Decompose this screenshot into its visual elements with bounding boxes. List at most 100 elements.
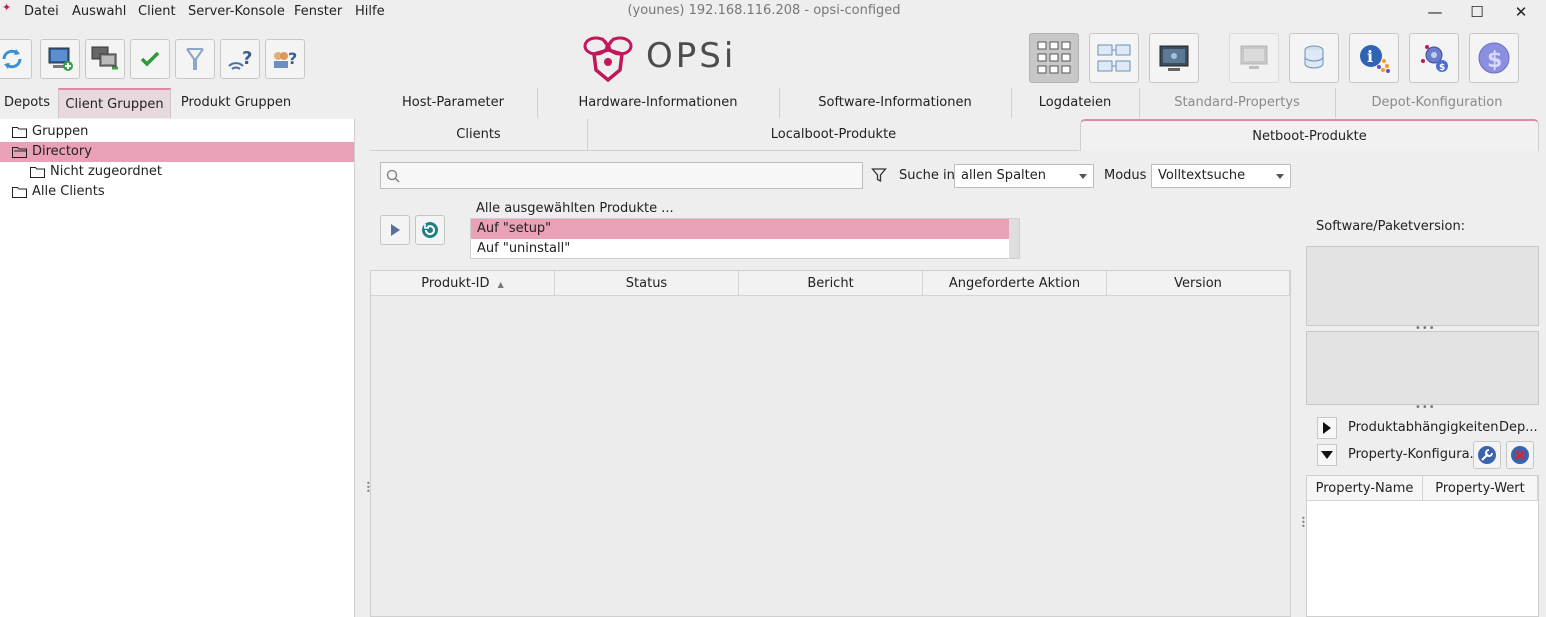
tab-localboot-produkte[interactable]: Localboot-Produkte: [588, 119, 1079, 151]
folder-icon: [12, 187, 27, 198]
tab-netboot-produkte[interactable]: Netboot-Produkte: [1080, 119, 1539, 151]
property-config-toggle[interactable]: [1317, 444, 1337, 466]
dependencies-extra-label: Dep...: [1499, 420, 1538, 435]
database-button[interactable]: [1289, 33, 1339, 83]
network-query-button[interactable]: ?: [220, 39, 260, 79]
delete-property-button[interactable]: [1506, 441, 1534, 469]
tab-software-informationen[interactable]: Software-Informationen: [780, 88, 1010, 118]
close-button[interactable]: ✕: [1508, 2, 1534, 22]
refresh-icon: [422, 222, 438, 238]
reload-button[interactable]: [0, 39, 32, 79]
multi-client-icon: [91, 46, 118, 70]
column-property-name[interactable]: Property-Name: [1307, 476, 1423, 501]
tree-item-label: Nicht zugeordnet: [50, 164, 162, 179]
help-group-button[interactable]: ?: [265, 39, 305, 79]
dependencies-label: Produktabhängigkeiten: [1348, 420, 1499, 435]
tab-clients[interactable]: Clients: [370, 119, 588, 151]
mode-select[interactable]: Volltextsuche: [1151, 164, 1291, 188]
column-produkt-id[interactable]: Produkt-ID ▲: [371, 271, 555, 296]
tab-client-gruppen[interactable]: Client Gruppen: [58, 88, 171, 118]
play-button[interactable]: [380, 215, 410, 245]
search-icon: [386, 169, 400, 183]
tab-produkt-gruppen[interactable]: Produkt Gruppen: [176, 88, 296, 118]
left-splitter-grip[interactable]: • • •: [366, 480, 371, 496]
tree-item-label: Gruppen: [32, 124, 89, 139]
tree-item-gruppen[interactable]: Gruppen: [0, 122, 354, 142]
info-button[interactable]: i: [1349, 33, 1399, 83]
search-in-select[interactable]: allen Spalten: [954, 164, 1094, 188]
tab-logdateien[interactable]: Logdateien: [1012, 88, 1138, 118]
play-icon: [391, 224, 400, 236]
tree-item-label: Directory: [32, 144, 92, 159]
server-console-icon: [1159, 45, 1189, 71]
tab-host-parameter[interactable]: Host-Parameter: [370, 88, 536, 118]
maximize-button[interactable]: ☐: [1464, 2, 1490, 22]
network-query-icon: ?: [228, 48, 252, 70]
svg-text:$: $: [1487, 48, 1502, 73]
new-client-button[interactable]: [40, 39, 80, 79]
dollar-icon: $: [1478, 42, 1510, 74]
product-table: Produkt-ID ▲ Status Bericht Angeforderte…: [370, 270, 1291, 617]
tree-item-directory[interactable]: Directory: [0, 142, 354, 162]
license-button[interactable]: $: [1409, 33, 1459, 83]
filter-funnel-icon[interactable]: [871, 167, 887, 183]
client-list-icon: [1097, 44, 1131, 72]
depot-monitor-icon: [1240, 45, 1268, 69]
svg-text:i: i: [1367, 47, 1373, 66]
search-input[interactable]: [380, 162, 863, 189]
version-panel: [1306, 246, 1539, 326]
depot-monitor-button[interactable]: [1229, 33, 1279, 83]
column-angeforderte-aktion[interactable]: Angeforderte Aktion: [923, 271, 1107, 296]
folder-icon: [12, 127, 27, 138]
property-table: Property-Name Property-Wert: [1306, 475, 1539, 617]
tab-depots[interactable]: Depots: [0, 88, 54, 118]
delete-icon: [1511, 446, 1529, 464]
right-splitter-grip[interactable]: • • •: [1301, 515, 1306, 531]
action-uninstall[interactable]: Auf "uninstall": [471, 239, 1009, 259]
filter-button[interactable]: [175, 39, 215, 79]
sort-asc-icon: ▲: [497, 280, 504, 289]
edit-property-button[interactable]: [1473, 441, 1501, 469]
client-grid-button[interactable]: [1029, 33, 1079, 83]
help-group-icon: ?: [274, 49, 297, 68]
refresh-button[interactable]: [415, 215, 445, 245]
tab-standard-propertys[interactable]: Standard-Propertys: [1140, 88, 1334, 118]
tab-depot-konfiguration[interactable]: Depot-Konfiguration: [1336, 88, 1538, 118]
version-label: Software/Paketversion:: [1316, 219, 1466, 234]
server-console-button[interactable]: [1149, 33, 1199, 83]
dollar-button[interactable]: $: [1469, 33, 1519, 83]
mode-label: Modus: [1104, 168, 1147, 183]
dependencies-toggle[interactable]: [1317, 417, 1337, 439]
action-setup[interactable]: Auf "setup": [471, 219, 1009, 239]
mode-value: Volltextsuche: [1158, 168, 1246, 183]
tree-item-alle-clients[interactable]: Alle Clients: [0, 182, 354, 202]
license-icon: $: [1421, 45, 1448, 73]
multi-client-button[interactable]: [85, 39, 125, 79]
column-version[interactable]: Version: [1107, 271, 1290, 296]
tree-item-label: Alle Clients: [32, 184, 105, 199]
checkmark-icon: [140, 51, 160, 67]
wrench-icon: [1478, 446, 1496, 464]
description-panel: [1306, 331, 1539, 405]
minimize-button[interactable]: —: [1422, 2, 1448, 22]
window-title: (younes) 192.168.116.208 - opsi-configed: [627, 3, 901, 18]
column-property-wert[interactable]: Property-Wert: [1423, 476, 1538, 501]
folder-open-icon: [12, 147, 27, 158]
database-icon: [1304, 45, 1324, 69]
info-icon: i: [1360, 45, 1390, 73]
logo-text: OPSi: [646, 36, 737, 76]
check-button[interactable]: [130, 39, 170, 79]
filter-icon: [186, 48, 204, 70]
triangle-down-icon: [1321, 451, 1333, 459]
svg-text:?: ?: [288, 49, 297, 68]
action-list-scrollbar[interactable]: [1009, 219, 1019, 258]
column-bericht[interactable]: Bericht: [739, 271, 923, 296]
opsi-bee-icon: [583, 36, 633, 83]
action-list: Auf "setup" Auf "uninstall": [470, 218, 1020, 259]
panel-resize-grip[interactable]: •••: [1415, 403, 1436, 413]
client-list-button[interactable]: [1089, 33, 1139, 83]
tab-hardware-informationen[interactable]: Hardware-Informationen: [538, 88, 778, 118]
tree-item-nicht-zugeordnet[interactable]: Nicht zugeordnet: [0, 162, 354, 182]
triangle-right-icon: [1323, 422, 1331, 434]
column-status[interactable]: Status: [555, 271, 739, 296]
